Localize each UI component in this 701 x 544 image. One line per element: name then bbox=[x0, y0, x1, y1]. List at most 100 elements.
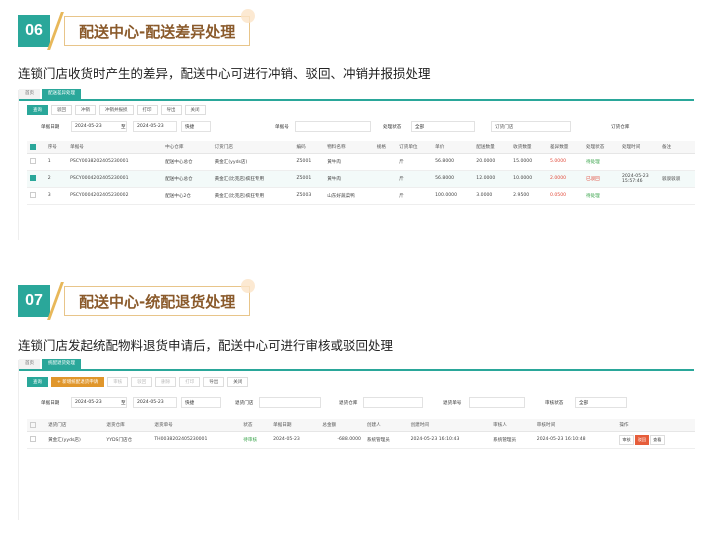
export-button[interactable]: 导出 bbox=[160, 105, 182, 115]
quick-select[interactable]: 快捷 bbox=[181, 121, 211, 132]
cell-delivery-qty: 3.0000 bbox=[473, 187, 511, 205]
date-to-input[interactable]: 2024-05-23 bbox=[133, 121, 177, 132]
cell-doc: PSCY0004202405230002 bbox=[67, 187, 163, 205]
write-off-loss-button[interactable]: 冲销并报损 bbox=[99, 105, 134, 115]
reject-button[interactable]: 驳回 bbox=[131, 377, 153, 387]
divider-slash bbox=[50, 284, 64, 318]
write-off-button[interactable]: 冲销 bbox=[75, 105, 96, 115]
col-header: 中心仓库 bbox=[162, 141, 212, 154]
cell-total: -688.0000 bbox=[319, 431, 364, 449]
table-row[interactable]: 1 PSCY0038202405230001 配送中心总仓 黄金汇(yyds店)… bbox=[27, 153, 695, 171]
row-checkbox[interactable] bbox=[27, 153, 45, 171]
date-label: 单据日期 bbox=[41, 401, 60, 406]
audit-status-select[interactable]: 全部 bbox=[575, 397, 627, 408]
cell-warehouse: 配送中心2仓 bbox=[162, 187, 212, 205]
status-label: 处理状态 bbox=[383, 125, 402, 130]
filter-bar: 单据日期 2024-05-23 至 2024-05-23 快捷 单据号 处理状态… bbox=[19, 121, 694, 133]
cell-received-qty: 10.0000 bbox=[510, 170, 547, 188]
col-header: 操作 bbox=[616, 419, 695, 432]
section-number-badge: 06 bbox=[18, 15, 50, 47]
return-no-input[interactable] bbox=[469, 397, 525, 408]
tab-home[interactable]: 首页 bbox=[19, 89, 40, 99]
col-header: 处理时间 bbox=[618, 141, 659, 154]
cell-delivery-qty: 12.0000 bbox=[473, 170, 511, 188]
table-row[interactable]: 3 PSCY0004202405230002 配送中心2仓 黄金汇(比克店)疯狂… bbox=[27, 187, 695, 205]
cell-price: 56.8000 bbox=[432, 170, 474, 188]
section-description: 连锁门店发起统配物料退货申请后，配送中心可进行审核或驳回处理 bbox=[18, 338, 394, 353]
cell-unit: 斤 bbox=[396, 170, 433, 188]
cell-seq: 1 bbox=[44, 153, 68, 171]
select-all-checkbox[interactable] bbox=[27, 419, 46, 432]
cell-seq: 3 bbox=[44, 187, 68, 205]
col-header: 退货门店 bbox=[45, 419, 104, 432]
status-select[interactable]: 全部 bbox=[411, 121, 475, 132]
audit-op-button[interactable]: 审核 bbox=[619, 434, 634, 445]
query-button[interactable]: 查询 bbox=[27, 377, 48, 387]
cell-status: 待审核 bbox=[240, 431, 271, 449]
col-header: 单据日期 bbox=[270, 419, 320, 432]
cell-spec bbox=[373, 153, 397, 171]
cell-status: 待处理 bbox=[582, 153, 619, 171]
query-button[interactable]: 查询 bbox=[27, 105, 48, 115]
date-label: 单据日期 bbox=[41, 125, 60, 130]
table-header: 退货门店 退货仓库 退货单号 状态 单据日期 总金额 创建人 创建时间 审核人 … bbox=[27, 419, 695, 432]
cell-item: 山东好蔬菜鸭 bbox=[324, 187, 374, 205]
row-checkbox[interactable] bbox=[27, 170, 45, 188]
section-07-header: 07 配送中心-统配退货处理 bbox=[18, 279, 256, 318]
return-table: 退货门店 退货仓库 退货单号 状态 单据日期 总金额 创建人 创建时间 审核人 … bbox=[27, 419, 695, 449]
return-processing-screenshot: 首页 统配退货处理 查询 + 新增统配退货申请 审核 驳回 删除 打印 导出 关… bbox=[18, 359, 695, 520]
divider-slash bbox=[50, 14, 64, 48]
col-header: 序号 bbox=[44, 141, 68, 154]
close-button[interactable]: 关闭 bbox=[227, 377, 249, 387]
tab-diff-processing[interactable]: 配送差异处理 bbox=[42, 89, 81, 99]
cell-received-qty: 2.9500 bbox=[510, 187, 547, 205]
date-to-input[interactable]: 2024-05-23 bbox=[133, 397, 177, 408]
cell-remark: 驳驳驳驳 bbox=[658, 170, 695, 188]
select-all-checkbox[interactable] bbox=[27, 141, 45, 154]
cell-status: 已驳回 bbox=[582, 170, 619, 188]
date-from-input[interactable]: 2024-05-23 bbox=[71, 397, 127, 408]
table-row[interactable]: 2 PSCY0004202405230001 配送中心总仓 黄金汇(比克店)疯狂… bbox=[27, 170, 695, 188]
cell-store: 黄金汇(比克店)疯狂专用 bbox=[211, 170, 294, 188]
reject-button[interactable]: 驳回 bbox=[51, 105, 72, 115]
return-warehouse-input[interactable] bbox=[363, 397, 423, 408]
cell-warehouse: 配送中心总仓 bbox=[162, 170, 212, 188]
section-description: 连锁门店收货时产生的差异，配送中心可进行冲销、驳回、冲销并报损处理 bbox=[18, 66, 431, 81]
cell-warehouse: 配送中心总仓 bbox=[162, 153, 212, 171]
tab-return-processing[interactable]: 统配退货处理 bbox=[42, 359, 81, 369]
cell-return-no: TH0038202405230001 bbox=[151, 431, 241, 449]
cell-time: 2024-05-23 15:57:46 bbox=[618, 170, 659, 188]
col-header: 总金额 bbox=[319, 419, 364, 432]
filter-bar: 单据日期 2024-05-23 至 2024-05-23 快捷 退货门店 退货仓… bbox=[19, 397, 694, 409]
reject-op-button[interactable]: 驳回 bbox=[634, 434, 650, 445]
view-op-button[interactable]: 查看 bbox=[650, 434, 665, 445]
return-store-input[interactable] bbox=[259, 397, 321, 408]
order-store-input[interactable]: 订货门店 bbox=[491, 121, 571, 132]
quick-select[interactable]: 快捷 bbox=[181, 397, 221, 408]
print-button[interactable]: 打印 bbox=[179, 377, 201, 387]
delete-button[interactable]: 删除 bbox=[155, 377, 177, 387]
date-from-input[interactable]: 2024-05-23 bbox=[71, 121, 127, 132]
to-label: 至 bbox=[121, 401, 126, 406]
doc-no-input[interactable] bbox=[295, 121, 371, 132]
col-header: 单据号 bbox=[67, 141, 163, 154]
tab-bar: 首页 统配退货处理 bbox=[19, 359, 694, 371]
tab-home[interactable]: 首页 bbox=[19, 359, 40, 369]
toolbar: 查询 + 新增统配退货申请 审核 驳回 删除 打印 导出 关闭 bbox=[27, 377, 694, 387]
return-no-label: 退货单号 bbox=[443, 401, 462, 406]
add-return-request-button[interactable]: + 新增统配退货申请 bbox=[51, 377, 105, 387]
col-header: 创建人 bbox=[363, 419, 408, 432]
row-checkbox[interactable] bbox=[27, 187, 45, 205]
export-button[interactable]: 导出 bbox=[203, 377, 225, 387]
col-header: 订货单位 bbox=[396, 141, 433, 154]
cell-diff-qty: 2.0000 bbox=[547, 170, 583, 188]
print-button[interactable]: 打印 bbox=[136, 105, 158, 115]
section-title: 配送中心-统配退货处理 bbox=[64, 279, 256, 316]
table-row[interactable]: 黄金汇(yyds店) YYDS门店仓 TH0038202405230001 待审… bbox=[27, 431, 695, 449]
cell-create-time: 2024-05-23 16:10:43 bbox=[407, 431, 491, 449]
cell-code: Z5001 bbox=[293, 170, 325, 188]
col-header: 规格 bbox=[373, 141, 397, 154]
audit-button[interactable]: 审核 bbox=[107, 377, 129, 387]
row-checkbox[interactable] bbox=[27, 431, 46, 449]
close-button[interactable]: 关闭 bbox=[184, 105, 206, 115]
